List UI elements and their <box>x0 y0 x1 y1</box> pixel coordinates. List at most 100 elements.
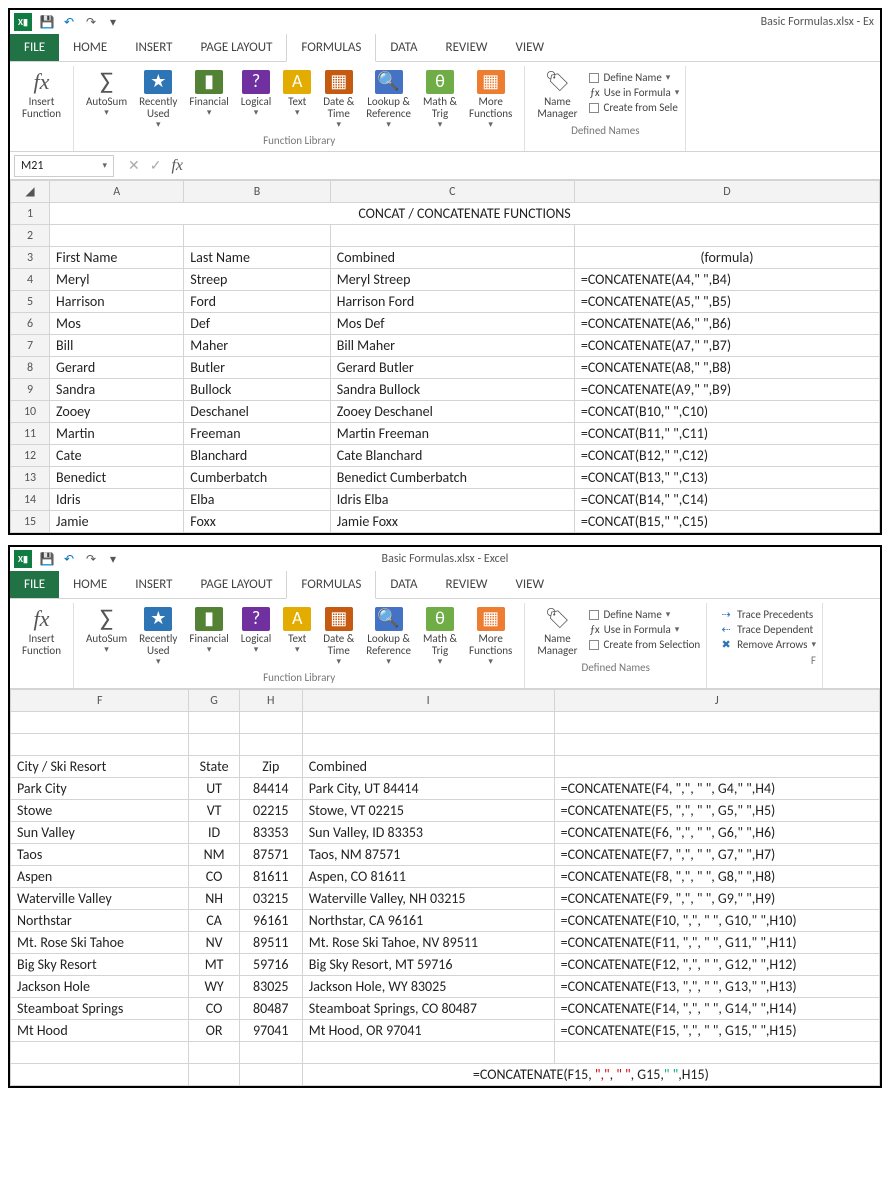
cell[interactable]: =CONCATENATE(F12, ",", " ", G12," ",H12) <box>554 954 879 976</box>
cell[interactable] <box>554 756 879 778</box>
cell[interactable]: =CONCATENATE(F13, ",", " ", G13," ",H13) <box>554 976 879 998</box>
row-header[interactable]: 14 <box>11 489 50 511</box>
cell[interactable]: Martin Freeman <box>330 423 574 445</box>
cell[interactable]: =CONCATENATE(F7, ",", " ", G7," ",H7) <box>554 844 879 866</box>
cell[interactable]: Jackson Hole, WY 83025 <box>302 976 554 998</box>
undo-icon[interactable]: ↶ <box>60 13 78 31</box>
cell[interactable]: Maher <box>184 335 330 357</box>
cell[interactable]: Zooey <box>50 401 184 423</box>
tab-home[interactable]: HOME <box>59 571 121 598</box>
more-functions-button[interactable]: ▦More Functions▾ <box>463 68 518 132</box>
cell[interactable]: Steamboat Springs, CO 80487 <box>302 998 554 1020</box>
cell[interactable] <box>11 734 189 756</box>
recently-used-button[interactable]: ★Recently Used▾ <box>133 68 183 132</box>
cell[interactable]: UT <box>189 778 239 800</box>
row-header[interactable]: 11 <box>11 423 50 445</box>
cell[interactable]: Jackson Hole <box>11 976 189 998</box>
cell[interactable]: =CONCAT(B12," ",C12) <box>574 445 879 467</box>
more-functions-button[interactable]: ▦More Functions▾ <box>463 605 518 669</box>
cell[interactable]: Cate <box>50 445 184 467</box>
autosum-button[interactable]: ∑AutoSum▾ <box>80 605 133 657</box>
cell[interactable]: Mos <box>50 313 184 335</box>
cell[interactable] <box>302 1042 554 1064</box>
cell[interactable]: =CONCATENATE(A4," ",B4) <box>574 269 879 291</box>
enter-icon[interactable]: ✓ <box>150 157 162 174</box>
undo-icon[interactable]: ↶ <box>60 550 78 568</box>
math-trig-button[interactable]: θMath & Trig▾ <box>417 605 463 669</box>
cell[interactable]: City / Ski Resort <box>11 756 189 778</box>
cell[interactable] <box>189 712 239 734</box>
cell[interactable]: CO <box>189 866 239 888</box>
cell[interactable]: Jamie <box>50 511 184 533</box>
row-header[interactable]: 10 <box>11 401 50 423</box>
cell[interactable]: =CONCATENATE(F11, ",", " ", G11," ",H11) <box>554 932 879 954</box>
tab-file[interactable]: FILE <box>10 571 59 598</box>
cell[interactable]: 84414 <box>239 778 302 800</box>
cell[interactable] <box>330 225 574 247</box>
row-header[interactable]: 1 <box>11 203 50 225</box>
cell[interactable] <box>554 712 879 734</box>
cell[interactable]: 03215 <box>239 888 302 910</box>
cell[interactable]: NM <box>189 844 239 866</box>
cell[interactable]: Blanchard <box>184 445 330 467</box>
cell[interactable]: MT <box>189 954 239 976</box>
cell[interactable]: Meryl Streep <box>330 269 574 291</box>
cell[interactable]: Benedict <box>50 467 184 489</box>
cell[interactable]: Steamboat Springs <box>11 998 189 1020</box>
row-header[interactable]: 15 <box>11 511 50 533</box>
cell[interactable]: Foxx <box>184 511 330 533</box>
cell[interactable] <box>11 1042 189 1064</box>
lookup-reference-button[interactable]: 🔍Lookup & Reference▾ <box>360 68 417 132</box>
col-header[interactable]: B <box>184 181 330 203</box>
tab-formulas[interactable]: FORMULAS <box>286 33 376 62</box>
cell[interactable]: Last Name <box>184 247 330 269</box>
cell[interactable]: Waterville Valley <box>11 888 189 910</box>
cell[interactable]: 83025 <box>239 976 302 998</box>
cell[interactable]: Bill Maher <box>330 335 574 357</box>
logical-button[interactable]: ?Logical▾ <box>235 68 277 120</box>
cell[interactable]: Taos, NM 87571 <box>302 844 554 866</box>
cell[interactable]: Jamie Foxx <box>330 511 574 533</box>
tab-file[interactable]: FILE <box>10 34 59 61</box>
math-trig-button[interactable]: θMath & Trig▾ <box>417 68 463 132</box>
name-manager-button[interactable]: 🏷Name Manager <box>531 605 583 659</box>
cell[interactable]: Meryl <box>50 269 184 291</box>
name-manager-button[interactable]: 🏷Name Manager <box>531 68 583 122</box>
cell[interactable]: Big Sky Resort, MT 59716 <box>302 954 554 976</box>
tab-data[interactable]: DATA <box>376 34 431 61</box>
cell[interactable]: Stowe <box>11 800 189 822</box>
cell[interactable]: =CONCATENATE(A7," ",B7) <box>574 335 879 357</box>
cell[interactable]: =CONCATENATE(F15, ",", " ", G15," ",H15) <box>302 1064 879 1086</box>
cell[interactable]: Streep <box>184 269 330 291</box>
cell[interactable]: CONCAT / CONCATENATE FUNCTIONS <box>50 203 880 225</box>
chevron-down-icon[interactable]: ▾ <box>102 160 107 171</box>
row-header[interactable]: 7 <box>11 335 50 357</box>
col-header[interactable]: C <box>330 181 574 203</box>
cell[interactable] <box>554 1042 879 1064</box>
cell[interactable]: NV <box>189 932 239 954</box>
spreadsheet-grid[interactable]: ◢ A B C D 1CONCAT / CONCATENATE FUNCTION… <box>10 180 880 533</box>
cell[interactable] <box>239 1064 302 1086</box>
row-header[interactable]: 3 <box>11 247 50 269</box>
cell[interactable]: Cumberbatch <box>184 467 330 489</box>
cell[interactable]: =CONCATENATE(F8, ",", " ", G8," ",H8) <box>554 866 879 888</box>
cell[interactable]: 83353 <box>239 822 302 844</box>
cell[interactable]: =CONCATENATE(A8," ",B8) <box>574 357 879 379</box>
cell[interactable]: Sun Valley <box>11 822 189 844</box>
cell[interactable]: Elba <box>184 489 330 511</box>
cell[interactable]: Northstar, CA 96161 <box>302 910 554 932</box>
row-header[interactable]: 6 <box>11 313 50 335</box>
redo-icon[interactable]: ↷ <box>82 13 100 31</box>
col-header[interactable]: A <box>50 181 184 203</box>
insert-function-button[interactable]: fx Insert Function <box>16 68 67 122</box>
cell[interactable] <box>11 712 189 734</box>
cell[interactable]: Butler <box>184 357 330 379</box>
cell[interactable]: =CONCAT(B14," ",C14) <box>574 489 879 511</box>
cell[interactable]: Mt. Rose Ski Tahoe <box>11 932 189 954</box>
cell[interactable]: Mt. Rose Ski Tahoe, NV 89511 <box>302 932 554 954</box>
cell[interactable]: Cate Blanchard <box>330 445 574 467</box>
cell[interactable]: Big Sky Resort <box>11 954 189 976</box>
cell[interactable]: 81611 <box>239 866 302 888</box>
cell[interactable]: =CONCAT(B15," ",C15) <box>574 511 879 533</box>
cell[interactable]: =CONCATENATE(F5, ",", " ", G5," ",H5) <box>554 800 879 822</box>
